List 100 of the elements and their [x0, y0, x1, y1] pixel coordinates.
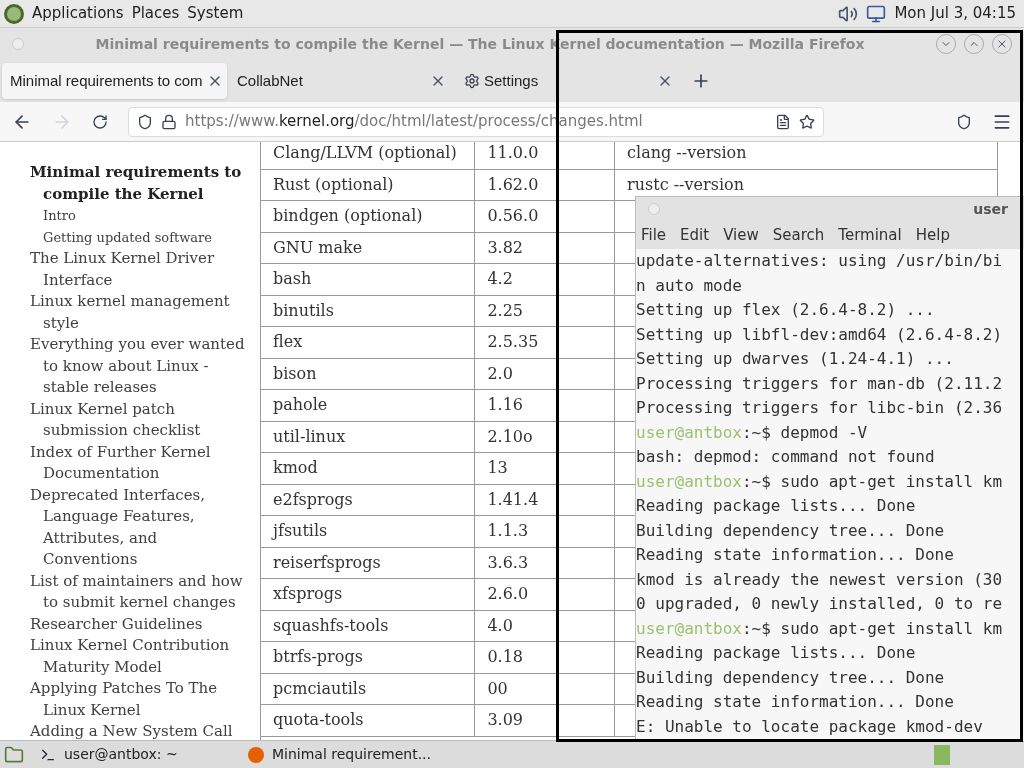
table-cell-text: 1.1.3	[487, 520, 529, 543]
sidebar-link[interactable]: Researcher Guidelines	[30, 613, 248, 635]
sidebar-link[interactable]: Intro	[43, 205, 248, 227]
table-cell-text: quota-tools	[273, 709, 364, 732]
table-cell-text: 2.6.0	[487, 583, 529, 606]
terminal-line: Reading package lists... Done	[636, 642, 917, 664]
terminal-line: kmod is already the newest version (30	[636, 568, 1004, 591]
terminal-line: Building dependency tree... Done	[636, 666, 946, 689]
terminal-menu[interactable]: Edit	[680, 223, 710, 247]
sidebar-link[interactable]: Deprecated Interfaces, Language Features, Attributes, and Conventions	[30, 484, 248, 571]
terminal-line: update-alternatives: using /usr/bin/bi	[636, 250, 1004, 272]
show-desktop-icon[interactable]	[4, 744, 24, 765]
panel-menu[interactable]: Places	[131, 2, 180, 25]
sidebar-link[interactable]: Adding a New System Call	[30, 721, 248, 740]
table-cell-text: 2.10o	[487, 425, 533, 448]
sidebar-link[interactable]: Everything you ever wanted to know about Linux -stable releases	[30, 334, 248, 399]
table-cell-text: pcmciautils	[273, 677, 367, 700]
gear-icon	[464, 73, 480, 89]
table-cell-text: rustc --version	[627, 173, 744, 196]
table-cell-text: squashfs-tools	[273, 614, 389, 637]
browser-icon	[248, 746, 264, 763]
menu-logo-icon[interactable]	[4, 3, 24, 24]
terminal-line: Reading state information... Done	[636, 544, 955, 566]
table-cell-text: 11.0.0	[487, 142, 539, 165]
network-icon[interactable]	[866, 3, 887, 24]
terminal-line: n auto mode	[636, 274, 743, 297]
terminal-line: Setting up libfl-dev:amd64 (2.6.4-8.2)	[636, 323, 1004, 346]
terminal-line: user@antbox:~$ sudo apt-get install km	[636, 617, 1004, 640]
panel-menu[interactable]: Applications	[32, 2, 124, 25]
table-cell-text: util-linux	[273, 425, 346, 448]
table-cell-text: kmod	[273, 457, 318, 480]
bookmark-star-icon[interactable]	[799, 113, 815, 130]
table-cell-text: reiserfsprogs	[273, 551, 381, 574]
table-cell-text: 00	[487, 677, 508, 700]
browser-tab[interactable]: Settings	[456, 63, 681, 99]
taskbar-button[interactable]: user@antbox: ~	[32, 742, 232, 767]
table-cell-text: bash	[273, 268, 312, 291]
reader-view-icon[interactable]	[775, 113, 791, 130]
table-cell-text: binutils	[273, 299, 334, 322]
table-cell-text: xfsprogs	[273, 583, 343, 606]
table-cell-text: 4.0	[487, 614, 513, 637]
table-cell-text: 2.5.35	[487, 331, 539, 354]
terminal-line: Reading state information... Done	[636, 691, 955, 713]
table-cell-text: e2fsprogs	[273, 488, 353, 511]
reload-icon[interactable]	[92, 113, 108, 130]
table-cell-text: 0.18	[487, 646, 524, 669]
table-cell-text: Rust (optional)	[273, 173, 394, 196]
table-cell-text: bison	[273, 362, 317, 385]
terminal-title: user	[973, 199, 1008, 219]
table-cell-text: bindgen (optional)	[273, 205, 423, 228]
sidebar-link[interactable]: Linux kernel management style	[30, 291, 248, 334]
terminal-menu[interactable]: View	[723, 223, 759, 247]
terminal-line: 0 upgraded, 0 newly installed, 0 to re	[636, 593, 1004, 615]
terminal-line: Processing triggers for man-db (2.11.2	[636, 372, 1004, 395]
terminal-menu[interactable]: Terminal	[838, 223, 902, 247]
table-cell-text: jfsutils	[273, 520, 328, 543]
table-cell-text: flex	[273, 331, 303, 354]
table-cell-text: btrfs-progs	[273, 646, 363, 669]
table-cell-text: 3.82	[487, 236, 524, 259]
sidebar-link[interactable]: Getting updated software	[43, 226, 248, 248]
table-cell-text: GNU make	[273, 236, 363, 259]
volume-icon[interactable]	[838, 3, 859, 24]
table-cell-text: 4.2	[487, 268, 513, 291]
terminal-line: E: Unable to locate package kmod-dev	[636, 715, 984, 738]
browser-tab[interactable]: CollabNet	[229, 63, 454, 99]
taskbar-button[interactable]: Minimal requirement...	[240, 742, 440, 767]
terminal-line: Reading package lists... Done	[636, 495, 917, 517]
table-cell-text: 0.56.0	[487, 205, 539, 228]
table-cell-text: 3.6.3	[487, 551, 529, 574]
table-cell-text: 2.25	[487, 299, 524, 322]
table-cell-text: 3.09	[487, 709, 524, 732]
terminal-line: user@antbox:~$ depmod -V	[636, 421, 869, 444]
terminal-menu[interactable]: Search	[772, 223, 825, 247]
table-cell-text: 1.62.0	[487, 173, 539, 196]
clock: Mon Jul 3, 04:15	[894, 3, 1017, 25]
table-cell-text: 2.0	[487, 362, 513, 385]
terminal-menu[interactable]: Help	[915, 223, 950, 247]
sidebar-link[interactable]: Index of Further Kernel Documentation	[30, 441, 248, 485]
terminal-line: Processing triggers for libc-bin (2.36	[636, 397, 1004, 419]
sidebar-link[interactable]: Applying Patches To The Linux Kernel	[30, 678, 248, 721]
shield-icon[interactable]	[137, 113, 153, 130]
table-cell-text: 1.41.4	[487, 488, 539, 511]
terminal-line: Building dependency tree... Done	[636, 519, 946, 542]
sidebar-link[interactable]: List of maintainers and how to submit kernel changes	[30, 570, 248, 614]
terminal-menu[interactable]: File	[641, 223, 667, 247]
terminal-line: user@antbox:~$ sudo apt-get install km	[636, 470, 1004, 493]
terminal-line: bash: depmod: command not found	[636, 446, 936, 468]
table-cell-text: Clang/LLVM (optional)	[273, 142, 457, 165]
terminal-line: Setting up dwarves (1.24-4.1) ...	[636, 348, 955, 370]
close-icon	[996, 38, 1008, 50]
sidebar-link[interactable]: Minimal requirements to compile the Kernel	[30, 162, 248, 205]
table-cell-text: clang --version	[627, 142, 747, 165]
table-cell-text: 13	[487, 457, 508, 480]
table-cell-text: 1.16	[487, 394, 524, 417]
lock-icon	[161, 113, 177, 130]
sidebar-link[interactable]: Linux Kernel patch submission checklist	[30, 398, 248, 442]
panel-menu[interactable]: System	[187, 2, 244, 25]
sidebar-link[interactable]: Linux Kernel Contribution Maturity Model	[30, 635, 248, 678]
sidebar-link[interactable]: The Linux Kernel Driver Interface	[30, 248, 248, 291]
browser-tab[interactable]: Minimal requirements to com	[2, 63, 227, 99]
